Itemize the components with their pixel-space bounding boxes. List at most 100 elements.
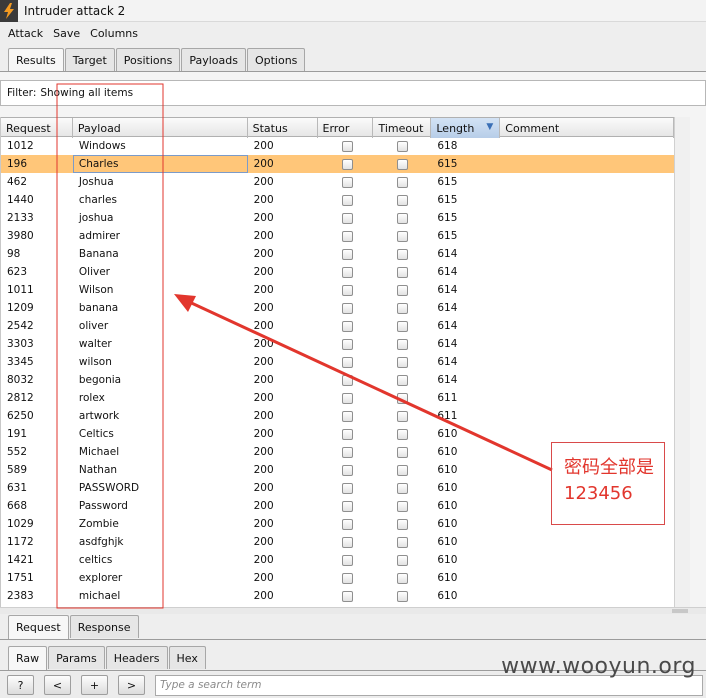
error-checkbox[interactable] — [341, 302, 353, 314]
error-checkbox[interactable] — [341, 536, 353, 548]
cell-comment[interactable] — [500, 389, 674, 407]
tab-request[interactable]: Request — [8, 615, 69, 639]
table-row[interactable]: 462 Joshua 200 615 — [1, 173, 674, 191]
cell-comment[interactable] — [500, 533, 674, 551]
column-header-comment[interactable]: Comment — [500, 118, 674, 138]
table-row[interactable]: 196 Charles 200 615 — [1, 155, 674, 173]
column-header-length[interactable]: Length ▼ — [431, 118, 501, 138]
timeout-checkbox[interactable] — [397, 410, 409, 422]
column-header-timeout[interactable]: Timeout — [373, 118, 432, 138]
add-button[interactable]: + — [81, 675, 108, 695]
error-checkbox[interactable] — [341, 248, 353, 260]
cell-comment[interactable] — [500, 407, 674, 425]
error-checkbox[interactable] — [341, 230, 353, 242]
menu-save[interactable]: Save — [53, 27, 80, 40]
cell-comment[interactable] — [500, 317, 674, 335]
error-checkbox[interactable] — [341, 338, 353, 350]
column-header-payload[interactable]: Payload — [73, 118, 248, 138]
column-header-request[interactable]: Request — [1, 118, 73, 138]
timeout-checkbox[interactable] — [397, 320, 409, 332]
table-row[interactable]: 3303 walter 200 614 — [1, 335, 674, 353]
cell-comment[interactable] — [500, 173, 674, 191]
table-row[interactable]: 3980 admirer 200 615 — [1, 227, 674, 245]
tab-hex[interactable]: Hex — [168, 646, 206, 669]
cell-comment[interactable] — [500, 353, 674, 371]
divider-handle[interactable] — [672, 609, 688, 613]
cell-comment[interactable] — [500, 371, 674, 389]
table-row[interactable]: 623 Oliver 200 614 — [1, 263, 674, 281]
timeout-checkbox[interactable] — [397, 374, 409, 386]
error-checkbox[interactable] — [341, 500, 353, 512]
error-checkbox[interactable] — [341, 464, 353, 476]
error-checkbox[interactable] — [341, 572, 353, 584]
error-checkbox[interactable] — [341, 194, 353, 206]
tab-positions[interactable]: Positions — [115, 48, 181, 71]
help-button[interactable]: ? — [7, 675, 34, 695]
table-row[interactable]: 2812 rolex 200 611 — [1, 389, 674, 407]
timeout-checkbox[interactable] — [397, 392, 409, 404]
error-checkbox[interactable] — [341, 590, 353, 602]
tab-params[interactable]: Params — [48, 646, 105, 669]
tab-headers[interactable]: Headers — [105, 646, 168, 669]
timeout-checkbox[interactable] — [397, 266, 409, 278]
table-row[interactable]: 1440 charles 200 615 — [1, 191, 674, 209]
timeout-checkbox[interactable] — [397, 536, 409, 548]
timeout-checkbox[interactable] — [397, 572, 409, 584]
timeout-checkbox[interactable] — [397, 500, 409, 512]
timeout-checkbox[interactable] — [397, 356, 409, 368]
timeout-checkbox[interactable] — [397, 302, 409, 314]
timeout-checkbox[interactable] — [397, 140, 409, 152]
table-scrollbar[interactable] — [674, 117, 690, 607]
error-checkbox[interactable] — [341, 518, 353, 530]
error-checkbox[interactable] — [341, 176, 353, 188]
cell-comment[interactable] — [500, 587, 674, 605]
tab-payloads[interactable]: Payloads — [181, 48, 246, 71]
cell-comment[interactable] — [500, 137, 674, 155]
timeout-checkbox[interactable] — [397, 428, 409, 440]
timeout-checkbox[interactable] — [397, 464, 409, 476]
table-row[interactable]: 1172 asdfghjk 200 610 — [1, 533, 674, 551]
table-row[interactable]: 2383 michael 200 610 — [1, 587, 674, 605]
timeout-checkbox[interactable] — [397, 554, 409, 566]
table-row[interactable]: 191 Celtics 200 610 — [1, 425, 674, 443]
error-checkbox[interactable] — [341, 554, 353, 566]
menu-attack[interactable]: Attack — [8, 27, 43, 40]
table-row[interactable]: 1209 banana 200 614 — [1, 299, 674, 317]
error-checkbox[interactable] — [341, 374, 353, 386]
error-checkbox[interactable] — [341, 212, 353, 224]
error-checkbox[interactable] — [341, 356, 353, 368]
table-row[interactable]: 8032 begonia 200 614 — [1, 371, 674, 389]
timeout-checkbox[interactable] — [397, 176, 409, 188]
timeout-checkbox[interactable] — [397, 518, 409, 530]
timeout-checkbox[interactable] — [397, 482, 409, 494]
tab-response[interactable]: Response — [69, 615, 139, 638]
column-header-error[interactable]: Error — [318, 118, 374, 138]
cell-comment[interactable] — [500, 245, 674, 263]
tab-results[interactable]: Results — [8, 48, 64, 72]
tab-options[interactable]: Options — [246, 48, 306, 71]
cell-comment[interactable] — [500, 263, 674, 281]
cell-comment[interactable] — [500, 335, 674, 353]
table-row[interactable]: 98 Banana 200 614 — [1, 245, 674, 263]
table-row[interactable]: 3345 wilson 200 614 — [1, 353, 674, 371]
timeout-checkbox[interactable] — [397, 590, 409, 602]
cell-comment[interactable] — [500, 569, 674, 587]
menu-columns[interactable]: Columns — [90, 27, 138, 40]
timeout-checkbox[interactable] — [397, 230, 409, 242]
timeout-checkbox[interactable] — [397, 446, 409, 458]
table-row[interactable]: 1011 Wilson 200 614 — [1, 281, 674, 299]
timeout-checkbox[interactable] — [397, 248, 409, 260]
tab-raw[interactable]: Raw — [8, 646, 48, 670]
split-pane-divider[interactable] — [0, 607, 706, 614]
error-checkbox[interactable] — [341, 140, 353, 152]
timeout-checkbox[interactable] — [397, 338, 409, 350]
cell-comment[interactable] — [500, 209, 674, 227]
next-match-button[interactable]: > — [118, 675, 145, 695]
filter-bar[interactable]: Filter: Showing all items — [0, 80, 706, 106]
cell-comment[interactable] — [500, 227, 674, 245]
cell-comment[interactable] — [500, 551, 674, 569]
error-checkbox[interactable] — [341, 284, 353, 296]
table-row[interactable]: 1421 celtics 200 610 — [1, 551, 674, 569]
column-header-status[interactable]: Status — [248, 118, 318, 138]
error-checkbox[interactable] — [341, 446, 353, 458]
